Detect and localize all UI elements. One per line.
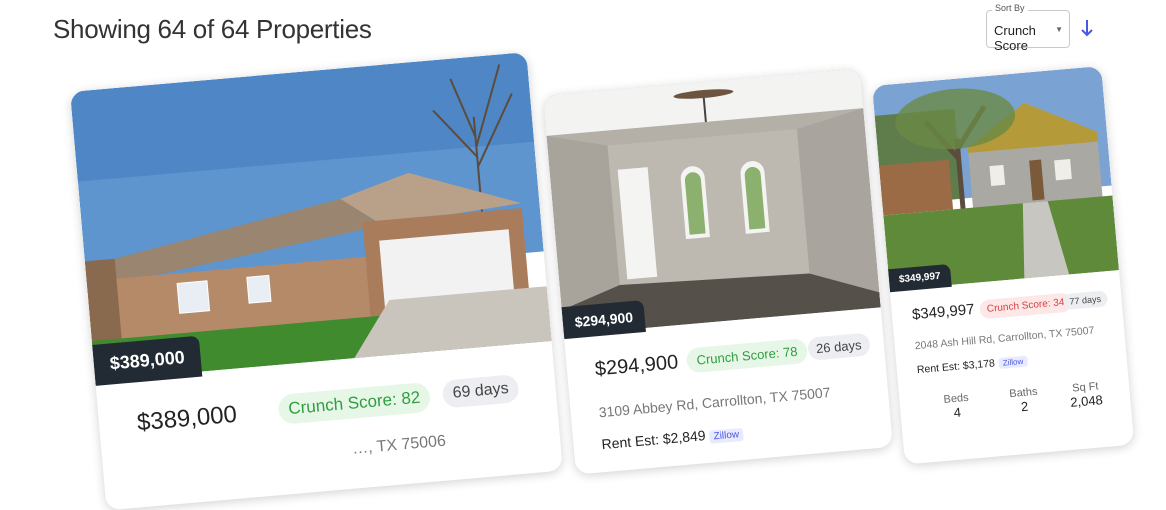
beds-stat: Beds 4 <box>943 392 970 421</box>
dropdown-caret-icon: ▼ <box>1055 25 1063 34</box>
property-photo <box>872 65 1119 291</box>
listing-address: 2048 Ash Hill Rd, Carrollton, TX 75007 <box>914 324 1095 353</box>
listing-price: $349,997 <box>911 300 976 324</box>
property-card[interactable]: $349,997 $349,997 Crunch Score: 34 77 da… <box>872 65 1135 465</box>
listing-price: $294,900 <box>594 351 680 381</box>
sort-by-label: Sort By <box>992 3 1028 13</box>
listing-price: $389,000 <box>135 400 239 437</box>
property-photo <box>543 68 881 336</box>
property-card[interactable]: $294,900 $294,900 Crunch Score: 78 26 da… <box>543 68 893 475</box>
listing-address: …, TX 75006 <box>351 432 447 458</box>
days-on-market-badge: 69 days <box>441 374 520 409</box>
crunch-score-badge: Crunch Score: 82 <box>277 381 432 425</box>
property-photo <box>70 52 552 381</box>
listing-address: 3109 Abbey Rd, Carrollton, TX 75007 <box>598 384 832 421</box>
property-card[interactable]: $389,000 $389,000 Crunch Score: 82 69 da… <box>70 52 563 510</box>
price-tag: $349,997 <box>888 263 952 293</box>
rent-estimate: Rent Est: $2,849 <box>600 427 707 453</box>
results-count-heading: Showing 64 of 64 Properties <box>53 14 372 44</box>
zillow-link[interactable]: Zillow <box>998 355 1028 369</box>
price-tag: $389,000 <box>92 335 203 386</box>
sort-direction-arrow-icon[interactable] <box>1078 18 1096 38</box>
price-tag: $294,900 <box>561 300 647 340</box>
sqft-stat: Sq Ft 2,048 <box>1069 380 1104 410</box>
baths-stat: Baths 2 <box>1009 386 1039 415</box>
days-on-market-badge: 77 days <box>1062 290 1108 311</box>
crunch-score-badge: Crunch Score: 78 <box>685 337 809 374</box>
sort-by-select[interactable]: Sort By Crunch Score ▼ <box>986 3 1070 53</box>
rent-estimate: Rent Est: $3,178 <box>916 357 996 377</box>
sqft-value: 2,048 <box>1069 392 1104 410</box>
beds-value: 4 <box>953 404 962 421</box>
crunch-score-badge: Crunch Score: 34 <box>979 292 1073 320</box>
days-on-market-badge: 26 days <box>807 332 871 361</box>
zillow-link[interactable]: Zillow <box>709 427 744 444</box>
baths-value: 2 <box>1020 398 1029 415</box>
